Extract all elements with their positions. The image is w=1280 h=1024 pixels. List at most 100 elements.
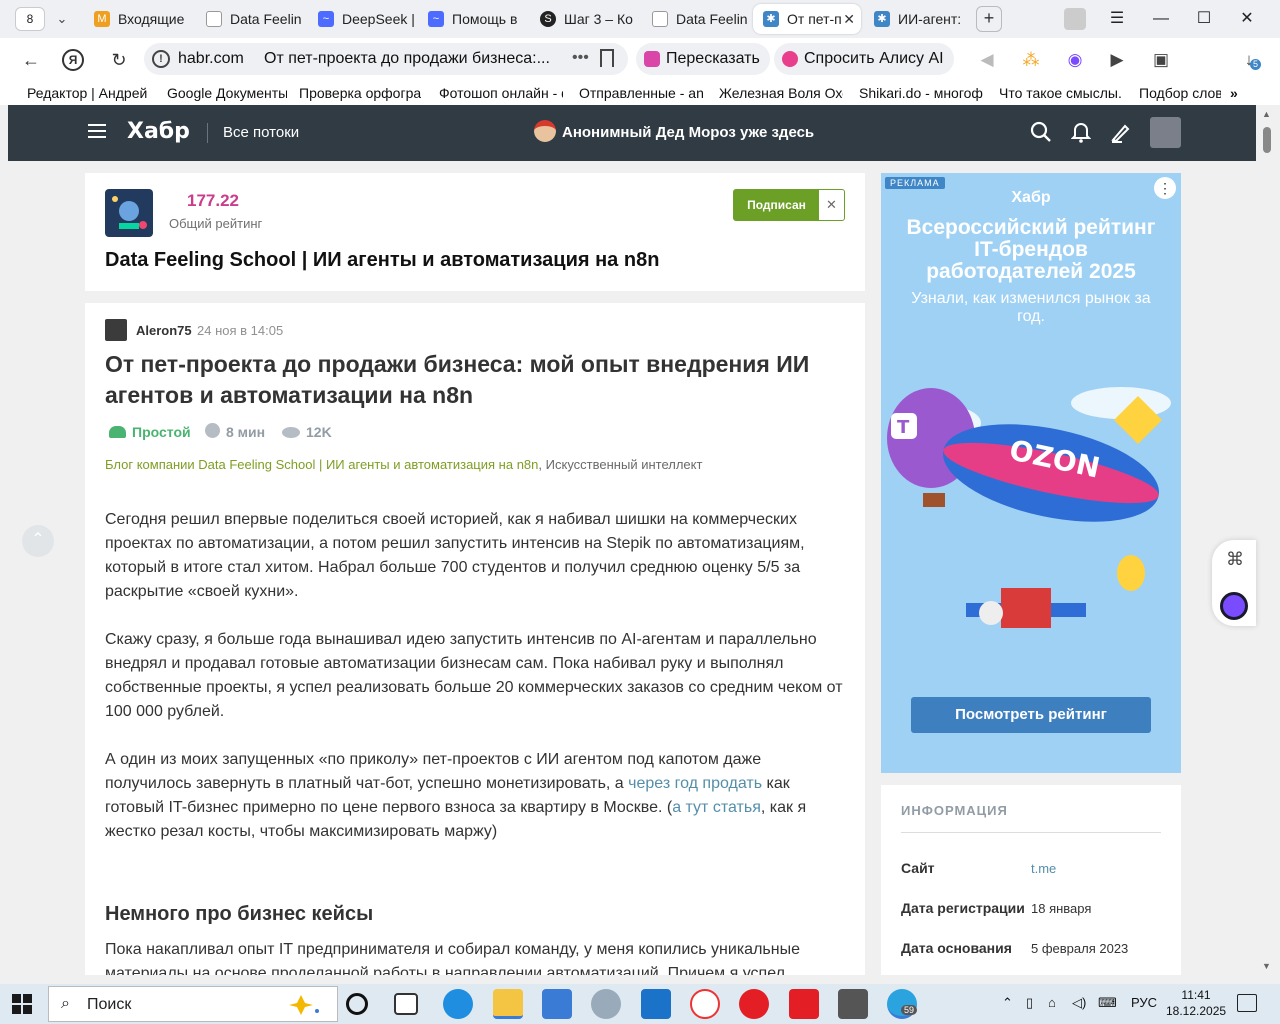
page-scrollbar[interactable]: ▲ ▼	[1256, 105, 1280, 975]
tab-habr-2[interactable]: ✱ ИИ-агент:	[864, 4, 964, 34]
extensions-icon[interactable]: ⁂	[1018, 47, 1044, 73]
collections-icon[interactable]: ▣	[1148, 47, 1174, 73]
bookmark-item[interactable]: Фотошоп онлайн - ф	[439, 84, 563, 102]
hub-card: 177.22 Общий рейтинг Подписан ✕ Data Fee…	[85, 173, 865, 291]
bell-icon[interactable]	[1069, 121, 1093, 145]
write-post-icon[interactable]	[1109, 121, 1133, 145]
hub-name[interactable]: Data Feeling School | ИИ агенты и автома…	[105, 249, 659, 272]
battery-icon[interactable]: ▯	[1026, 995, 1033, 1011]
ad-banner[interactable]: РЕКЛАМА ⋮ Хабр Всероссийский рейтинг IT-…	[881, 173, 1181, 773]
all-flows-link[interactable]: Все потоки	[223, 124, 299, 141]
bookmark-item[interactable]: Редактор | Андрей Л	[27, 84, 151, 102]
yandex-browser-icon[interactable]	[690, 989, 720, 1019]
file-explorer-icon[interactable]	[493, 989, 523, 1019]
chevron-down-icon[interactable]: ⌄	[50, 8, 74, 30]
clock-time: 11:41	[1181, 988, 1211, 1002]
scroll-thumb[interactable]	[1263, 127, 1271, 153]
more-bookmarks-icon[interactable]: »	[1230, 84, 1238, 102]
back-arrow-icon[interactable]: ←	[18, 47, 44, 73]
bookmark-item[interactable]: Что такое смыслы. К	[999, 84, 1123, 102]
retell-button[interactable]: Пересказать	[636, 43, 770, 75]
yandex-icon[interactable]: Я	[62, 49, 84, 71]
hub-link-company[interactable]: Блог компании Data Feeling School | ИИ а…	[105, 457, 538, 472]
user-avatar[interactable]	[1150, 117, 1181, 148]
tab-deepseek-2[interactable]: ~ Помощь в	[418, 4, 526, 34]
hub-avatar[interactable]	[105, 189, 153, 237]
camera-icon[interactable]	[838, 989, 868, 1019]
volume-icon[interactable]: ◁)	[1072, 995, 1086, 1011]
paint-icon[interactable]	[591, 989, 621, 1019]
tab-deepseek-1[interactable]: ~ DeepSeek |	[308, 4, 416, 34]
tab-doc-1[interactable]: Data Feelin	[196, 4, 304, 34]
difficulty-icon	[109, 426, 126, 438]
downloads-icon[interactable]: ↓ 5	[1236, 47, 1262, 73]
tab-count-button[interactable]: 8	[15, 7, 45, 31]
article-link[interactable]: а тут статья	[672, 799, 761, 816]
network-icon[interactable]: ⌂	[1048, 995, 1056, 1010]
close-tab-icon[interactable]: ✕	[843, 4, 855, 34]
video-icon[interactable]: ▶	[1104, 47, 1130, 73]
search-icon[interactable]	[1029, 121, 1053, 145]
minimize-icon[interactable]: —	[1150, 8, 1172, 30]
habr-logo[interactable]: Хабр	[127, 119, 190, 144]
opera-icon[interactable]	[739, 989, 769, 1019]
burger-menu-icon[interactable]	[88, 124, 106, 138]
bookmark-item[interactable]: Железная Воля Охот	[719, 84, 843, 102]
store-icon[interactable]	[542, 989, 572, 1019]
info-value: 5 февраля 2023	[1031, 941, 1129, 956]
tray-chevron-icon[interactable]: ⌃	[1002, 995, 1013, 1011]
maximize-icon[interactable]: ☐	[1193, 8, 1215, 30]
ad-view-rating-button[interactable]: Посмотреть рейтинг	[911, 697, 1151, 733]
language-indicator[interactable]: РУС	[1131, 995, 1157, 1010]
tab-stepik[interactable]: S Шаг 3 – Ко	[530, 4, 638, 34]
downloads-badge: 5	[1250, 59, 1262, 70]
edge-icon[interactable]	[443, 989, 473, 1019]
tab-habr-active[interactable]: ✱ От пет-п ✕	[753, 4, 861, 34]
difficulty-label: Простой	[109, 423, 191, 441]
more-icon[interactable]: •••	[572, 43, 589, 73]
scroll-up-arrow-icon[interactable]: ▲	[1262, 109, 1271, 119]
telegram-icon[interactable]: 59	[887, 989, 918, 1019]
windows-start-icon[interactable]	[12, 994, 32, 1014]
author-avatar[interactable]	[105, 319, 127, 341]
scroll-down-arrow-icon[interactable]: ▼	[1262, 961, 1271, 971]
tab-doc-2[interactable]: Data Feelin	[642, 4, 750, 34]
task-view-icon[interactable]	[346, 993, 368, 1015]
telegram-badge: 59	[901, 1005, 918, 1015]
apps-grid-icon[interactable]: ⌘	[1222, 546, 1248, 572]
clock-date: 18.12.2025	[1166, 1004, 1227, 1018]
bookmark-item[interactable]: Shikari.do - многофу	[859, 84, 983, 102]
author-name[interactable]: Aleron75	[136, 323, 192, 338]
site-link[interactable]: t.me	[1031, 861, 1056, 876]
subscribed-button[interactable]: Подписан	[734, 190, 819, 220]
close-window-icon[interactable]: ✕	[1236, 8, 1258, 30]
assistant-icon[interactable]: ◉	[1062, 47, 1088, 73]
bookmark-item[interactable]: Проверка орфограф	[299, 84, 421, 102]
widgets-icon[interactable]	[394, 993, 418, 1015]
yandex-icon[interactable]	[789, 989, 819, 1019]
bookmark-item[interactable]: Отправленные - and	[579, 84, 703, 102]
site-info-icon[interactable]: !	[152, 50, 170, 68]
tab-mail[interactable]: M Входящие	[84, 4, 192, 34]
address-bar[interactable]: ! habr.com От пет-проекта до продажи биз…	[144, 43, 628, 75]
taskbar-search[interactable]: ⌕ Поиск	[48, 986, 338, 1022]
alice-assistant-icon[interactable]	[1220, 592, 1248, 620]
ask-alice-button[interactable]: Спросить Алису AI	[774, 43, 954, 75]
profile-icon[interactable]	[1064, 8, 1086, 30]
unsubscribe-close-icon[interactable]: ✕	[819, 190, 844, 220]
clock[interactable]: 11:41 18.12.2025	[1166, 987, 1226, 1019]
promo-link[interactable]: Анонимный Дед Мороз уже здесь	[562, 124, 814, 141]
new-tab-button[interactable]: +	[976, 6, 1002, 32]
scroll-up-button[interactable]: ⌃	[22, 525, 54, 557]
reload-icon[interactable]: ↻	[106, 47, 132, 73]
keyboard-icon[interactable]: ⌨	[1098, 995, 1117, 1011]
bookmark-icon[interactable]	[600, 49, 614, 67]
sell-link[interactable]: через год продать	[628, 775, 762, 792]
menu-icon[interactable]: ☰	[1106, 8, 1128, 30]
hub-link-ai[interactable]: Искусственный интеллект	[546, 457, 703, 472]
bookmark-item[interactable]: Подбор слов	[1139, 84, 1221, 102]
mail-app-icon[interactable]	[641, 989, 671, 1019]
notifications-icon[interactable]	[1237, 994, 1257, 1012]
bookmark-item[interactable]: Google Документы	[167, 84, 287, 102]
share-icon[interactable]: ◀	[974, 47, 1000, 73]
